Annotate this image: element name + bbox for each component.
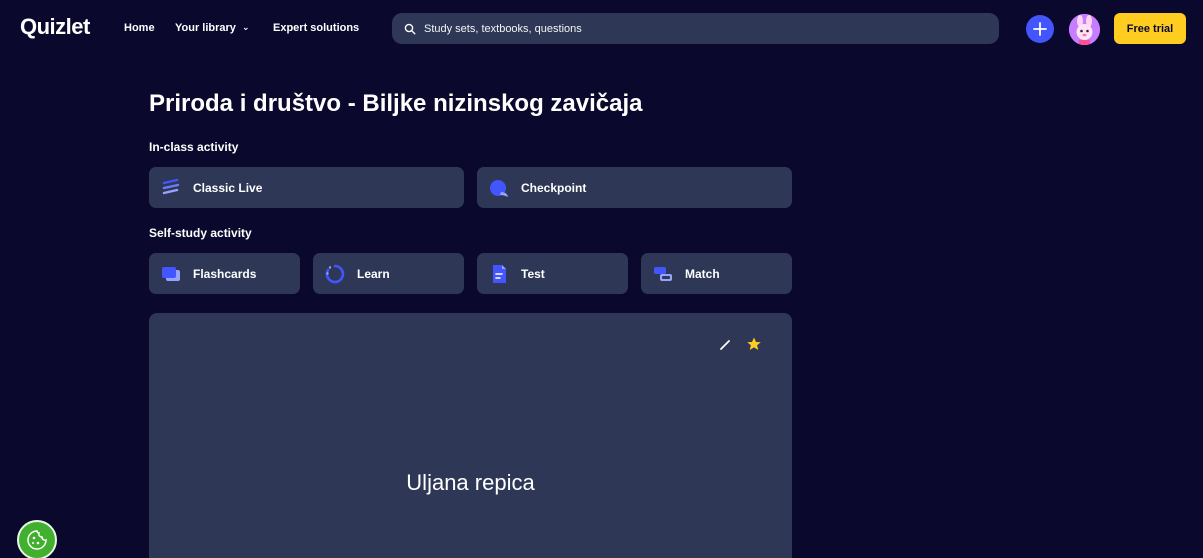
match-icon: [653, 264, 673, 284]
search-input[interactable]: [424, 22, 984, 35]
scrollbar-track: [1187, 0, 1203, 58]
search-bar[interactable]: [392, 13, 999, 44]
bunny-avatar-icon: [1069, 14, 1100, 45]
nav-home-label: Home: [124, 22, 155, 34]
learn-button[interactable]: Learn: [313, 253, 464, 294]
learn-label: Learn: [357, 266, 390, 281]
cookie-icon: [27, 530, 47, 550]
user-avatar[interactable]: [1069, 14, 1100, 45]
flashcards-icon: [161, 264, 181, 284]
in-class-activity-label: In-class activity: [149, 140, 239, 154]
free-trial-label: Free trial: [1126, 22, 1174, 35]
match-label: Match: [685, 266, 720, 281]
learn-icon: [325, 264, 345, 284]
self-study-activity-label: Self-study activity: [149, 226, 252, 240]
nav-home-link[interactable]: Home: [124, 22, 155, 34]
flashcards-button[interactable]: Flashcards: [149, 253, 300, 294]
checkpoint-label: Checkpoint: [521, 180, 587, 195]
flashcard[interactable]: Uljana repica: [149, 313, 792, 558]
nav-expert-solutions-link[interactable]: Expert solutions: [273, 22, 359, 34]
edit-pencil-icon[interactable]: [717, 337, 733, 353]
nav-your-library-label: Your library: [175, 22, 236, 34]
test-label: Test: [521, 266, 545, 281]
classic-live-label: Classic Live: [193, 180, 263, 195]
checkpoint-button[interactable]: Checkpoint: [477, 167, 792, 208]
cookie-settings-button[interactable]: [17, 520, 57, 558]
search-icon: [404, 23, 416, 35]
star-icon[interactable]: [746, 336, 762, 352]
set-title: Priroda i društvo - Biljke nizinskog zav…: [149, 90, 643, 117]
nav-expert-solutions-label: Expert solutions: [273, 22, 360, 34]
free-trial-button[interactable]: Free trial: [1114, 13, 1186, 44]
test-icon: [489, 264, 509, 284]
checkpoint-icon: [489, 178, 509, 198]
flashcard-term: Uljana repica: [406, 470, 535, 495]
flashcards-label: Flashcards: [193, 266, 257, 281]
chevron-down-icon: ⌄: [241, 22, 250, 32]
classic-live-button[interactable]: Classic Live: [149, 167, 464, 208]
classic-live-icon: [161, 178, 181, 198]
nav-your-library-dropdown[interactable]: Your library ⌄: [175, 22, 249, 34]
quizlet-logo[interactable]: Quizlet: [20, 14, 90, 40]
test-button[interactable]: Test: [477, 253, 628, 294]
top-navigation-bar: Quizlet Home Your library ⌄ Expert soluti…: [0, 0, 1203, 58]
create-button[interactable]: [1026, 15, 1054, 43]
match-button[interactable]: Match: [641, 253, 792, 294]
plus-icon: [1033, 22, 1047, 36]
